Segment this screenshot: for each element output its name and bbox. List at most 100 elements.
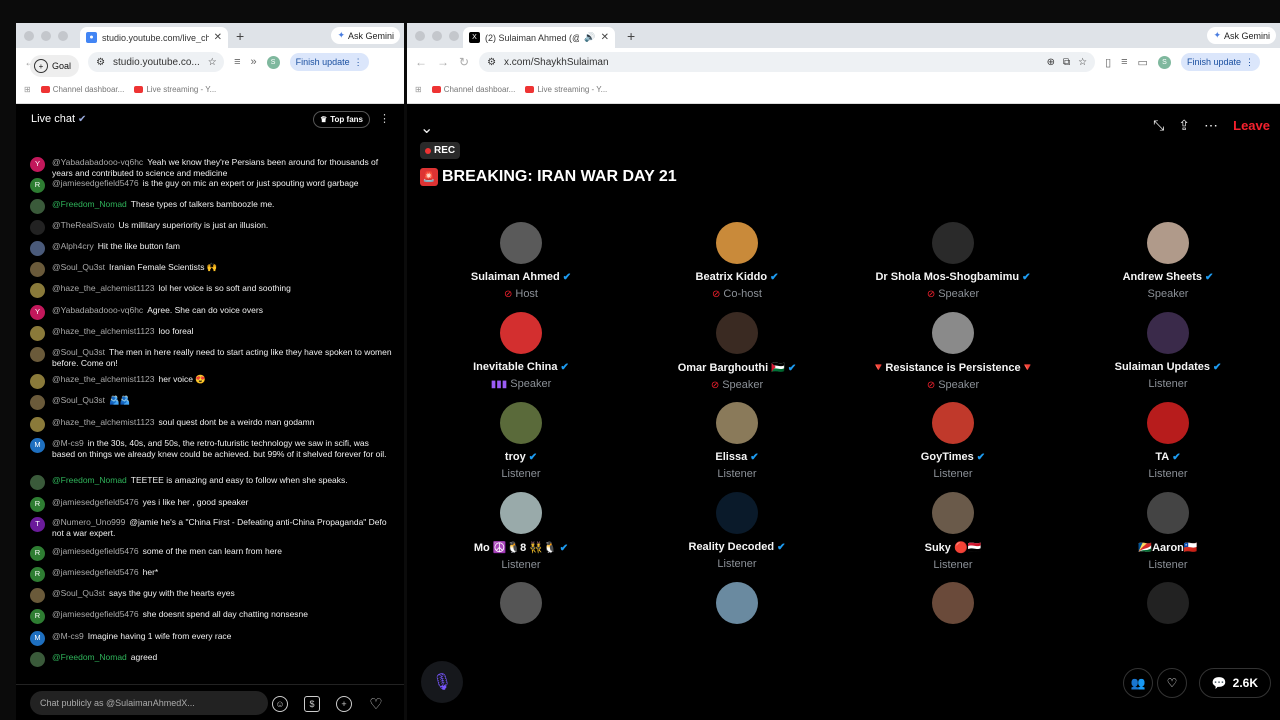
speaker-icon[interactable]: 🔊 bbox=[584, 32, 595, 43]
top-fans-button[interactable]: ♛ Top fans bbox=[313, 111, 370, 128]
participant[interactable]: Mo ☮️🐧8 👯🐧 ✔ Listener bbox=[421, 492, 621, 571]
avatar[interactable] bbox=[30, 374, 45, 389]
participant[interactable]: Sulaiman Updates ✔ Listener bbox=[1068, 312, 1268, 390]
profile-avatar[interactable]: S bbox=[266, 55, 280, 69]
avatar[interactable] bbox=[30, 262, 45, 277]
participant-avatar[interactable] bbox=[716, 492, 758, 534]
apps-icon[interactable]: ⊞ bbox=[415, 85, 422, 94]
bookmark-item[interactable]: Live streaming - Y... bbox=[525, 85, 607, 94]
chat-message[interactable]: M @M-cs9 in the 30s, 40s, and 50s, the ret… bbox=[30, 438, 392, 459]
collapse-chevron-icon[interactable]: ⌄ bbox=[420, 118, 433, 138]
participant[interactable]: Inevitable China ✔ ▮▮▮ Speaker bbox=[421, 312, 621, 390]
address-bar[interactable]: ⚙ x.com/ShaykhSulaiman ⊕ ⧉ ☆ bbox=[479, 52, 1096, 72]
finish-update-button[interactable]: Finish update ⋮ bbox=[289, 53, 369, 71]
chat-message[interactable]: @Alph4cry Hit the like button fam bbox=[30, 241, 392, 256]
avatar[interactable] bbox=[30, 588, 45, 603]
chat-message[interactable]: Y @Yabadabadooo-vq6hc Agree. She can do vo… bbox=[30, 305, 392, 320]
participant-avatar[interactable] bbox=[1147, 402, 1189, 444]
chat-message[interactable]: @Soul_Qu3st Iranian Female Scientists 🙌 bbox=[30, 262, 392, 277]
chat-username[interactable]: @jamiesedgefield5476 bbox=[52, 178, 139, 188]
chat-username[interactable]: @haze_the_alchemist1123 bbox=[52, 283, 155, 293]
emoji-icon[interactable]: ☺ bbox=[272, 696, 288, 712]
chat-message[interactable]: R @jamiesedgefield5476 some of the men can… bbox=[30, 546, 392, 561]
participant[interactable]: Reality Decoded ✔ Listener bbox=[637, 492, 837, 570]
address-bar[interactable]: ⚙ studio.youtube.co... ☆ bbox=[88, 52, 225, 72]
participant[interactable]: Elissa ✔ Listener bbox=[637, 402, 837, 480]
browser-tab[interactable]: X (2) Sulaiman Ahmed (@S 🔊 ✕ bbox=[463, 27, 615, 48]
chat-username[interactable]: @haze_the_alchemist1123 bbox=[52, 374, 155, 384]
avatar[interactable] bbox=[30, 283, 45, 298]
participant-avatar[interactable] bbox=[1147, 582, 1189, 624]
close-tab-icon[interactable]: ✕ bbox=[214, 32, 222, 43]
chat-username[interactable]: @Freedom_Nomad bbox=[52, 475, 127, 485]
chat-username[interactable]: @haze_the_alchemist1123 bbox=[52, 326, 155, 336]
chat-username[interactable]: @haze_the_alchemist1123 bbox=[52, 417, 155, 427]
bookmark-item[interactable]: Channel dashboar... bbox=[40, 85, 124, 94]
participant-avatar[interactable] bbox=[932, 312, 974, 354]
chat-username[interactable]: @jamiesedgefield5476 bbox=[52, 546, 139, 556]
chat-username[interactable]: @TheRealSvato bbox=[52, 220, 115, 230]
chat-message[interactable]: R @jamiesedgefield5476 yes i like her , go… bbox=[30, 497, 392, 512]
avatar[interactable]: R bbox=[30, 609, 45, 624]
participant[interactable]: Beatrix Kiddo ✔ ⊘ Co-host bbox=[637, 222, 837, 300]
participant-avatar[interactable] bbox=[716, 312, 758, 354]
avatar[interactable]: R bbox=[30, 178, 45, 193]
zoom-icon[interactable]: ⊕ bbox=[1047, 57, 1055, 68]
site-settings-icon[interactable]: ⚙ bbox=[487, 57, 496, 68]
participant[interactable] bbox=[637, 582, 837, 624]
avatar[interactable] bbox=[30, 347, 45, 362]
avatar[interactable]: R bbox=[30, 567, 45, 582]
share-icon[interactable]: ⇪ bbox=[1178, 117, 1190, 134]
participant-avatar[interactable] bbox=[932, 492, 974, 534]
avatar[interactable] bbox=[30, 475, 45, 490]
bookmark-star-icon[interactable]: ☆ bbox=[1078, 57, 1087, 68]
chat-username[interactable]: @Freedom_Nomad bbox=[52, 652, 127, 662]
participant-avatar[interactable] bbox=[1147, 492, 1189, 534]
participant-avatar[interactable] bbox=[716, 582, 758, 624]
chat-message[interactable]: @haze_the_alchemist1123 her voice 😍 bbox=[30, 374, 392, 389]
goal-button[interactable]: + Goal bbox=[30, 55, 80, 77]
participant[interactable]: Sulaiman Ahmed ✔ ⊘ Host bbox=[421, 222, 621, 300]
install-icon[interactable]: ⧉ bbox=[1063, 57, 1070, 68]
more-extensions-icon[interactable]: » bbox=[250, 56, 256, 68]
participant[interactable]: 🔻Resistance is Persistence🔻 ⊘ Speaker bbox=[853, 312, 1053, 391]
leave-button[interactable]: Leave bbox=[1233, 118, 1270, 133]
participant[interactable]: 🇸🇨Aaron🇨🇱 Listener bbox=[1068, 492, 1268, 571]
avatar[interactable] bbox=[30, 199, 45, 214]
participant[interactable]: Omar Barghouthi 🇵🇸 ✔ ⊘ Speaker bbox=[637, 312, 837, 391]
microphone-button[interactable]: 🎙 bbox=[421, 661, 463, 703]
chat-message[interactable]: Y @Yabadabadooo-vq6hc Yeah we know they're… bbox=[30, 157, 392, 178]
avatar[interactable] bbox=[30, 417, 45, 432]
chat-username[interactable]: @jamiesedgefield5476 bbox=[52, 567, 139, 577]
chat-message[interactable]: @Soul_Qu3st The men in here really need t… bbox=[30, 347, 392, 368]
participant-avatar[interactable] bbox=[500, 312, 542, 354]
chat-message[interactable]: @Soul_Qu3st says the guy with the hearts … bbox=[30, 588, 392, 603]
bookmark-item[interactable]: Live streaming - Y... bbox=[134, 85, 216, 94]
avatar[interactable]: Y bbox=[30, 305, 45, 320]
participant[interactable]: Andrew Sheets ✔ Speaker bbox=[1068, 222, 1268, 300]
bookmark-item[interactable]: Channel dashboar... bbox=[431, 85, 515, 94]
chat-menu-icon[interactable]: ⋮ bbox=[379, 112, 390, 125]
profile-avatar[interactable]: S bbox=[1157, 55, 1171, 69]
ask-gemini-button[interactable]: ✦ Ask Gemini bbox=[331, 27, 400, 44]
participant[interactable]: troy ✔ Listener bbox=[421, 402, 621, 480]
avatar[interactable] bbox=[30, 220, 45, 235]
avatar[interactable]: M bbox=[30, 631, 45, 646]
chat-username[interactable]: @Yabadabadooo-vq6hc bbox=[52, 157, 143, 167]
chat-username[interactable]: @Freedom_Nomad bbox=[52, 199, 127, 209]
reload-icon[interactable]: ↻ bbox=[459, 55, 469, 69]
chat-message[interactable]: R @jamiesedgefield5476 her* bbox=[30, 567, 392, 582]
replies-button[interactable]: 💬 2.6K bbox=[1198, 668, 1271, 698]
people-button[interactable]: 👥 bbox=[1123, 668, 1153, 698]
avatar[interactable]: T bbox=[30, 517, 45, 532]
chat-username[interactable]: @jamiesedgefield5476 bbox=[52, 497, 139, 507]
participant-avatar[interactable] bbox=[932, 402, 974, 444]
chat-username[interactable]: @Numero_Uno999 bbox=[52, 517, 125, 527]
add-icon[interactable]: + bbox=[336, 696, 352, 712]
site-settings-icon[interactable]: ⚙ bbox=[96, 57, 105, 68]
heart-icon[interactable]: ♡ bbox=[368, 696, 384, 713]
chat-username[interactable]: @jamiesedgefield5476 bbox=[52, 609, 139, 619]
forward-icon[interactable]: → bbox=[437, 55, 449, 69]
back-icon[interactable]: ← bbox=[415, 55, 427, 69]
avatar[interactable] bbox=[30, 326, 45, 341]
